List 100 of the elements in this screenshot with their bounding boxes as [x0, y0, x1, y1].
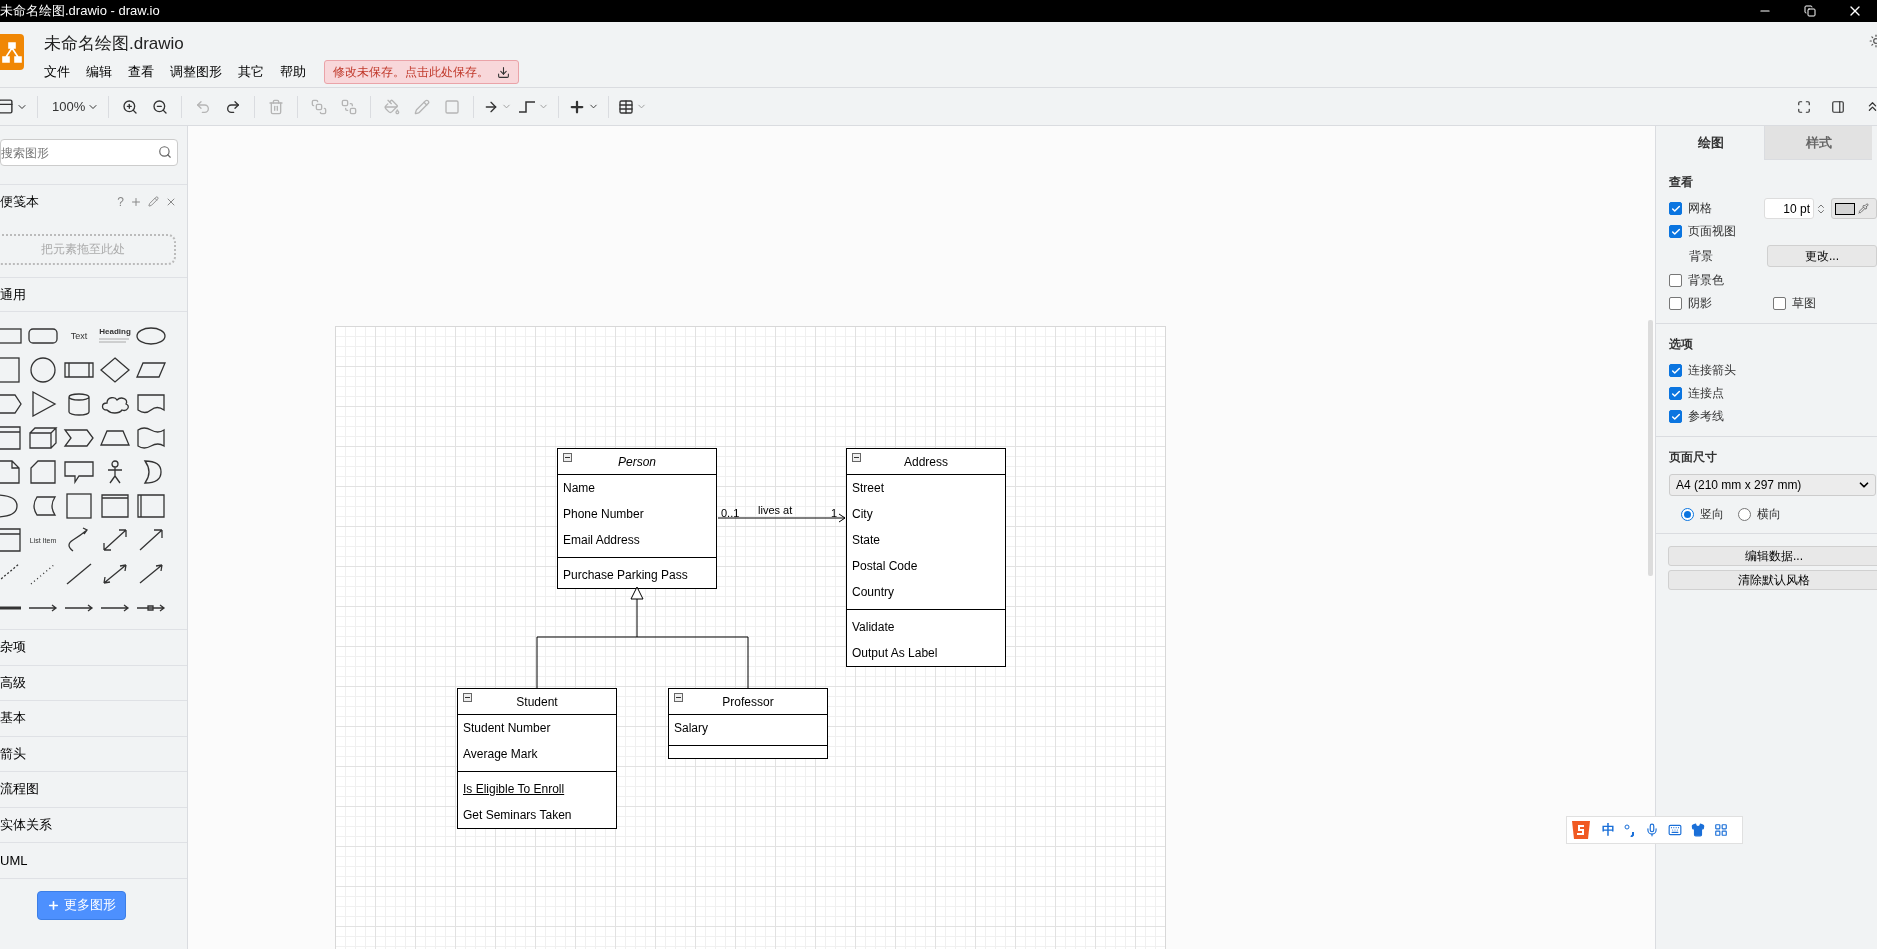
section-title[interactable]: 杂项	[0, 638, 26, 657]
checkbox-label: 页面视图	[1688, 223, 1736, 240]
cube-shape[interactable]	[27, 425, 59, 451]
diamond-shape[interactable]	[99, 357, 131, 383]
table-icon	[618, 98, 635, 115]
class-attribute: Postal Code	[852, 559, 918, 573]
frame-shape[interactable]	[99, 493, 131, 519]
app-logo	[0, 34, 24, 70]
section-title: 选项	[1669, 336, 1694, 353]
radio-button[interactable]	[1681, 508, 1694, 521]
grid-icon[interactable]	[1714, 823, 1728, 837]
grid-size-field[interactable]: 10 pt	[1764, 198, 1814, 219]
container-shape[interactable]	[135, 493, 167, 519]
class-attribute: Country	[852, 585, 895, 599]
checkbox-label: 参考线	[1688, 408, 1724, 425]
microphone-icon[interactable]	[1645, 823, 1659, 837]
redo-icon[interactable]	[225, 98, 242, 115]
menu-item[interactable]: 其它	[230, 63, 272, 81]
class-attribute: State	[852, 533, 881, 547]
field-label: 背景	[1689, 247, 1714, 265]
grid-color-button[interactable]	[1831, 198, 1877, 219]
keyboard-icon[interactable]	[1668, 823, 1682, 837]
fullscreen-icon[interactable]	[1797, 99, 1811, 114]
section-title[interactable]: 通用	[0, 285, 26, 304]
punctuation-icon[interactable]	[1624, 823, 1636, 837]
class-attribute: Phone Number	[563, 507, 644, 521]
class-attribute: Student Number	[463, 721, 551, 735]
checkbox-label: 阴影	[1688, 295, 1713, 312]
note-shape[interactable]	[0, 459, 23, 485]
checkbox[interactable]	[1669, 202, 1682, 215]
change-background-button[interactable]: 更改...	[1767, 245, 1877, 267]
menu-item[interactable]: 编辑	[78, 63, 120, 81]
search-field[interactable]: 搜索图形	[0, 139, 178, 166]
menu-item[interactable]: 查看	[120, 63, 162, 81]
class-operation: Purchase Parking Pass	[563, 568, 688, 582]
paper-size-select[interactable]: A4 (210 mm x 297 mm)	[1669, 474, 1876, 496]
section-title[interactable]: UML	[0, 852, 28, 868]
checkbox-label: 背景色	[1688, 272, 1724, 289]
checkbox[interactable]	[1669, 297, 1682, 310]
color-swatch	[1835, 202, 1855, 215]
collapse-icon[interactable]	[674, 693, 683, 702]
section-title: 页面尺寸	[1669, 449, 1718, 466]
menu-item[interactable]: 文件	[44, 63, 78, 81]
panel-tab[interactable]: 样式	[1764, 126, 1872, 160]
fill-color-icon[interactable]	[384, 98, 401, 115]
circle-shape[interactable]	[27, 357, 59, 383]
checkbox[interactable]	[1669, 364, 1682, 377]
checkbox[interactable]	[1669, 274, 1682, 287]
multiplicity-label: 1	[831, 507, 838, 519]
section-title[interactable]: 便笺本	[0, 192, 39, 211]
section-title: 查看	[1669, 174, 1694, 191]
save-notice-button[interactable]: 修改未保存。点击此处保存。	[324, 60, 519, 84]
square-shape[interactable]	[63, 493, 95, 519]
search-icon[interactable]	[158, 145, 172, 159]
collapse-icon[interactable]	[563, 453, 572, 462]
callout-shape[interactable]	[63, 459, 95, 485]
radio-button[interactable]	[1738, 508, 1751, 521]
section-title[interactable]: 高级	[0, 673, 26, 692]
class-name: Student	[516, 694, 558, 709]
section-title[interactable]: 基本	[0, 709, 26, 728]
class-attribute: Street	[852, 481, 884, 495]
zoom-out-icon[interactable]	[152, 98, 169, 115]
class-attribute: Average Mark	[463, 747, 538, 761]
text-shape[interactable]: Text	[61, 319, 97, 353]
shirt-icon[interactable]	[1691, 823, 1705, 837]
card-shape[interactable]	[27, 459, 59, 485]
checkbox[interactable]	[1669, 225, 1682, 238]
section-title[interactable]: 箭头	[0, 744, 26, 763]
collapse-icon[interactable]	[852, 453, 861, 462]
eyedropper-icon	[1858, 203, 1869, 214]
list-shape[interactable]	[0, 527, 23, 553]
class-name: Professor	[722, 694, 774, 709]
checkbox-label: 网格	[1688, 200, 1713, 217]
radio-label: 横向	[1757, 506, 1781, 523]
class-operation: Is Eligible To Enroll	[463, 782, 565, 796]
line-color-icon[interactable]	[414, 98, 431, 115]
scrollbar[interactable]	[1648, 320, 1653, 576]
internal-storage-shape[interactable]	[0, 425, 23, 451]
class-name: Person	[618, 454, 656, 469]
spinner-icon[interactable]	[1815, 202, 1827, 215]
menu-item[interactable]: 帮助	[272, 63, 314, 81]
checkbox[interactable]	[1669, 410, 1682, 423]
panel-toggle-icon[interactable]	[1831, 99, 1845, 114]
checkbox[interactable]	[1773, 297, 1786, 310]
class-operation: Output As Label	[852, 646, 938, 660]
collapse-icon[interactable]	[463, 693, 472, 702]
zoom-dropdown[interactable]: 100%	[44, 91, 103, 122]
section-title[interactable]: 流程图	[0, 780, 39, 799]
class-attribute: City	[852, 507, 873, 521]
menu-item[interactable]: 调整图形	[162, 63, 230, 81]
zoom-in-icon[interactable]	[122, 98, 139, 115]
restore-icon[interactable]	[1803, 5, 1816, 17]
panel-button[interactable]: 编辑数据...	[1668, 546, 1877, 566]
ime-mode[interactable]: 中	[1602, 821, 1615, 839]
tape-shape[interactable]	[135, 425, 167, 451]
section-title[interactable]: 实体关系	[0, 815, 52, 834]
panel-button[interactable]: 清除默认风格	[1668, 570, 1877, 590]
plus-icon	[47, 898, 60, 912]
checkbox[interactable]	[1669, 387, 1682, 400]
hexagon-shape[interactable]	[0, 391, 23, 417]
